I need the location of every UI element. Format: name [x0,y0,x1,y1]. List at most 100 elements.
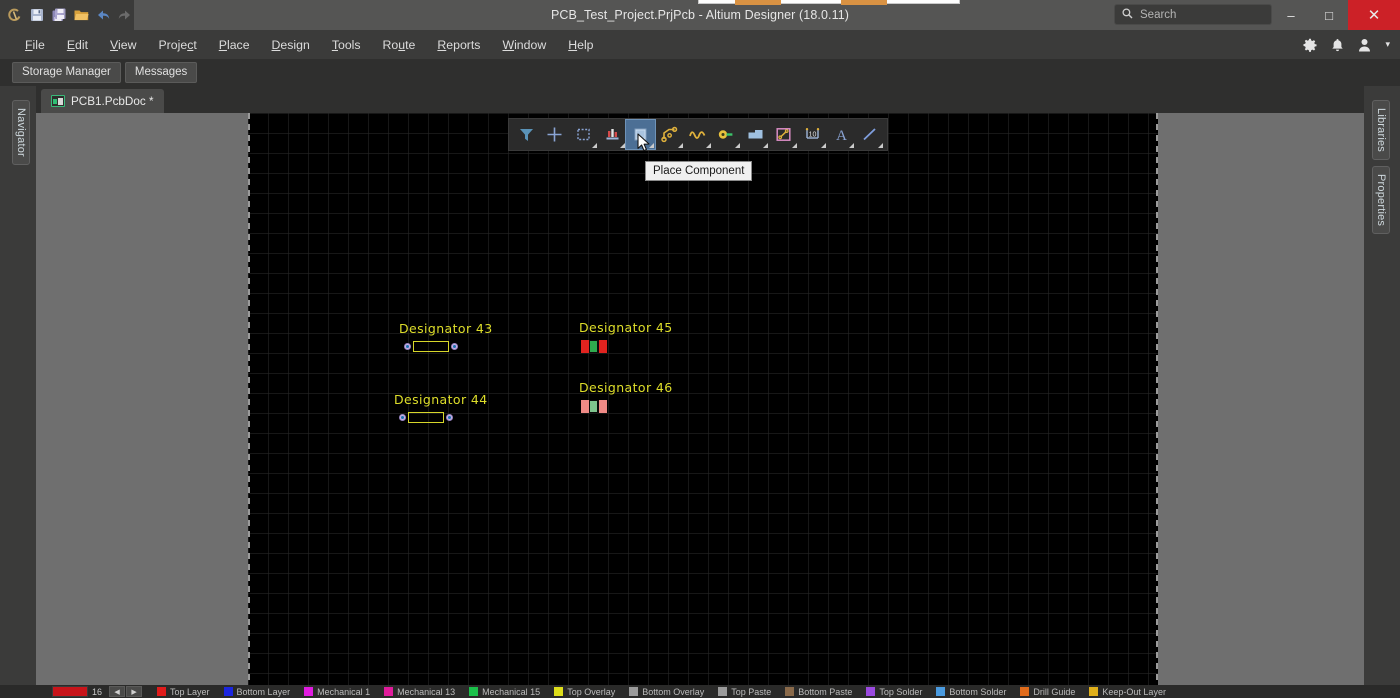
menu-reports[interactable]: Reports [426,35,491,55]
interactive-routing-icon[interactable] [655,120,684,149]
maximize-button[interactable]: □ [1310,0,1348,30]
menu-edit[interactable]: Edit [56,35,99,55]
footprint-through-hole-resistor [399,412,453,423]
title-bar: PCB_Test_Project.PrjPcb - Altium Designe… [0,0,1400,30]
chevron-dropdown-icon[interactable] [849,143,855,148]
save-all-icon[interactable] [50,4,67,26]
save-icon[interactable] [28,4,45,26]
chevron-dropdown-icon[interactable] [763,143,769,148]
crosshair-icon[interactable] [541,120,570,149]
search-input[interactable]: Search [1114,4,1272,25]
chevron-dropdown-icon[interactable] [706,143,712,148]
rail-tab-libraries[interactable]: Libraries [1372,100,1390,160]
layer-next-button[interactable]: ▶ [126,686,143,697]
menu-bar: File Edit View Project Place Design Tool… [0,30,1400,59]
quick-access-toolbar [0,0,134,30]
place-line-icon[interactable] [855,120,884,149]
layer-label: Bottom Solder [949,686,1007,697]
chevron-dropdown-icon[interactable] [591,143,597,148]
chevron-dropdown-icon[interactable] [877,143,883,148]
close-button[interactable]: ✕ [1348,0,1400,30]
minimize-button[interactable]: – [1272,0,1310,30]
chevron-dropdown-icon[interactable] [620,143,626,148]
layer-tab-bottom-overlay[interactable]: Bottom Overlay [622,687,711,697]
layer-color-swatch [469,687,479,696]
layer-prev-button[interactable]: ◀ [109,686,126,697]
pad-1 [581,340,589,353]
notifications-bell-icon[interactable] [1331,38,1344,52]
place-toolbar: 10 A Place Component [508,118,888,181]
sliver-tab [841,0,887,5]
mouse-cursor [637,133,651,153]
place-pad-icon[interactable] [598,120,627,149]
layer-tab-top-paste[interactable]: Top Paste [711,687,778,697]
redo-icon[interactable] [117,4,134,26]
footprint-smd-chip-red [581,340,607,353]
layer-tab-bottom-layer[interactable]: Bottom Layer [217,687,298,697]
layer-label: Mechanical 15 [482,686,541,697]
menu-file[interactable]: File [14,35,56,55]
layer-color-swatch [157,687,167,696]
chevron-dropdown-icon[interactable] [820,143,826,148]
layer-tab-drill-guide[interactable]: Drill Guide [1013,687,1082,697]
tab-messages[interactable]: Messages [124,62,198,83]
layer-tab-top-solder[interactable]: Top Solder [859,687,929,697]
undo-icon[interactable] [95,4,112,26]
layer-label: Keep-Out Layer [1102,686,1166,697]
menu-help[interactable]: Help [557,35,604,55]
pad-1 [404,343,411,350]
layer-tab-mechanical-15[interactable]: Mechanical 15 [462,687,547,697]
place-region-icon[interactable] [569,120,598,149]
layer-tab-mechanical-13[interactable]: Mechanical 13 [377,687,462,697]
menu-window[interactable]: Window [491,35,557,55]
place-polygon-icon[interactable] [684,120,713,149]
layer-label: Bottom Paste [798,686,853,697]
layer-label: Top Paste [731,686,772,697]
menu-tools[interactable]: Tools [321,35,372,55]
rail-tab-navigator[interactable]: Navigator [12,100,30,165]
pad-2 [599,340,607,353]
layer-tab-top-overlay[interactable]: Top Overlay [547,687,622,697]
layer-tab-bottom-solder[interactable]: Bottom Solder [929,687,1013,697]
layer-color-swatch [718,687,728,696]
pcb-canvas[interactable]: Designator 43 Designator 44 Designator 4… [248,113,1158,685]
component-designator-label: Designator 44 [394,392,488,407]
chevron-dropdown-icon[interactable] [677,143,683,148]
background-window-sliver [698,0,960,5]
layer-label: Top Solder [879,686,923,697]
document-tab-pcb1[interactable]: PCB1.PcbDoc * [41,89,164,113]
place-fill-icon[interactable] [741,120,770,149]
open-folder-icon[interactable] [73,4,90,26]
footprint-body [413,341,449,352]
layer-label: Bottom Layer [236,686,291,697]
chevron-dropdown-icon[interactable] [734,143,740,148]
svg-text:10: 10 [808,131,816,138]
tab-storage-manager[interactable]: Storage Manager [12,62,121,83]
place-dimension-icon[interactable]: 10 [798,120,827,149]
user-account-icon[interactable] [1358,38,1371,52]
rail-tab-properties[interactable]: Properties [1372,166,1390,235]
menu-place[interactable]: Place [208,35,261,55]
menu-project[interactable]: Project [147,35,207,55]
chevron-dropdown-icon[interactable] [792,143,798,148]
settings-gear-icon[interactable] [1303,38,1317,52]
place-keepout-icon[interactable] [769,120,798,149]
layer-tab-bottom-paste[interactable]: Bottom Paste [778,687,859,697]
menu-view[interactable]: View [99,35,147,55]
layer-scroll-arrows: ◀ ▶ [109,686,143,697]
menu-route[interactable]: Route [372,35,427,55]
layer-tab-top-layer[interactable]: Top Layer [150,687,217,697]
layer-color-swatch [304,687,314,696]
place-string-icon[interactable]: A [827,120,856,149]
search-icon [1122,6,1133,24]
footprint-body [589,340,599,353]
chevron-down-icon[interactable]: ▾ [1385,39,1390,50]
layer-label: Mechanical 13 [397,686,456,697]
right-panel-rail: Libraries Properties [1364,86,1400,698]
layer-tab-mechanical-1[interactable]: Mechanical 1 [297,687,377,697]
altium-logo-icon[interactable] [6,4,23,26]
menu-design[interactable]: Design [261,35,321,55]
place-net-icon[interactable] [712,120,741,149]
filter-icon[interactable] [512,120,541,149]
layer-tab-keep-out-layer[interactable]: Keep-Out Layer [1082,687,1173,697]
